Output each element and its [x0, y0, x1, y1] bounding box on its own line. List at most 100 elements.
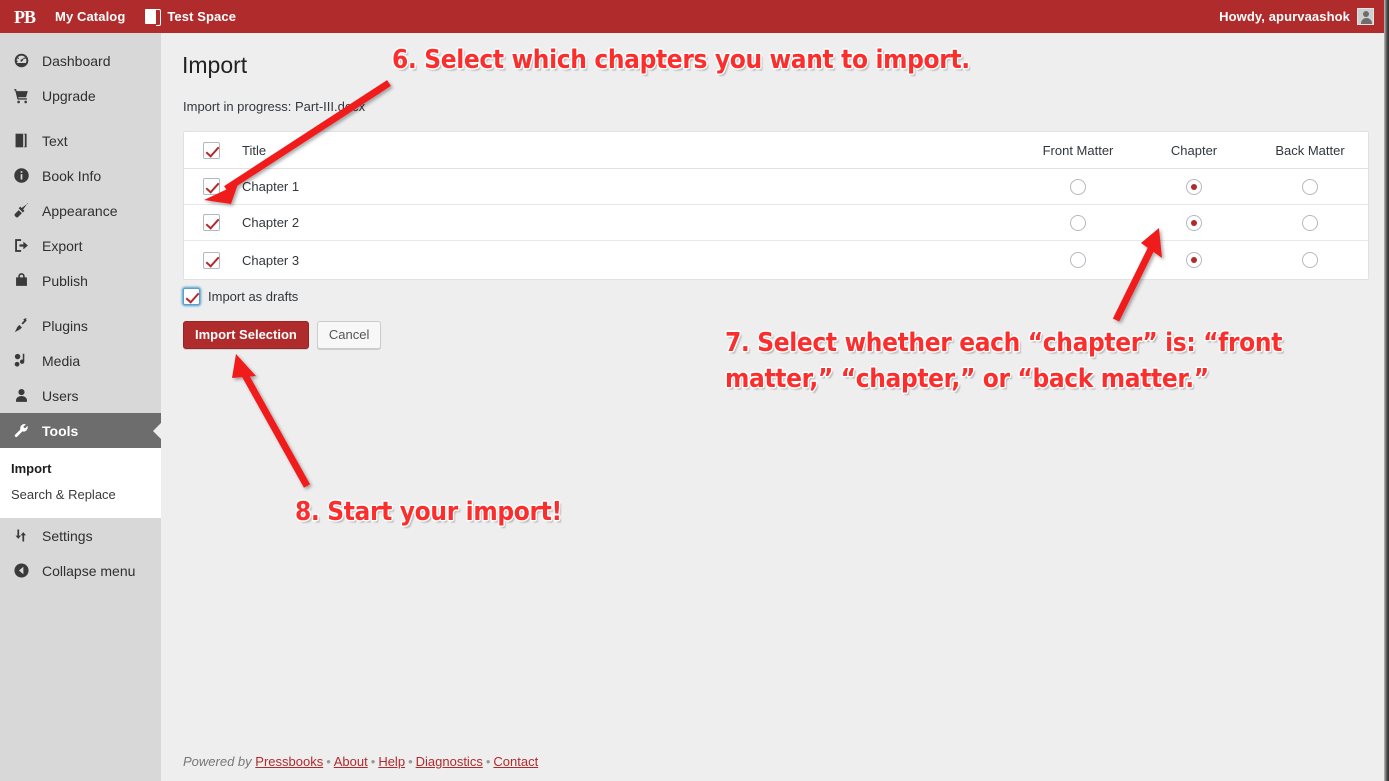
sidebar-item-label: Plugins — [42, 317, 88, 334]
tools-submenu: Import Search & Replace — [0, 448, 161, 518]
pressbooks-logo-button[interactable]: PB — [0, 0, 45, 33]
row-title: Chapter 2 — [242, 215, 300, 230]
import-chapters-table: Title Front Matter Chapter Back Matter C… — [183, 131, 1369, 280]
settings-icon — [11, 526, 31, 546]
sidebar-item-collapse-menu[interactable]: Collapse menu — [0, 553, 161, 588]
select-all-checkbox[interactable] — [202, 141, 220, 159]
sidebar-item-plugins[interactable]: Plugins — [0, 308, 161, 343]
footer-separator: • — [326, 754, 331, 769]
page-right-edge — [1384, 0, 1389, 781]
table-row: Chapter 3 — [184, 241, 1368, 279]
radio-cell-back-matter — [1252, 178, 1368, 195]
select-all-cell — [184, 141, 234, 159]
book-icon — [145, 9, 162, 26]
sidebar-item-users[interactable]: Users — [0, 378, 161, 413]
footer-link-about[interactable]: About — [334, 754, 368, 769]
radio-cell-front-matter — [1020, 252, 1136, 268]
import-status-text: Import in progress: Part-III.docx — [183, 99, 366, 114]
sidebar-item-settings[interactable]: Settings — [0, 518, 161, 553]
footer-link-pressbooks[interactable]: Pressbooks — [255, 754, 323, 769]
footer-link-help[interactable]: Help — [378, 754, 405, 769]
row-checkbox[interactable] — [202, 214, 220, 231]
footer-link-diagnostics[interactable]: Diagnostics — [416, 754, 483, 769]
account-menu[interactable]: Howdy, apurvaashok — [1209, 0, 1384, 33]
radio-cell-chapter — [1136, 214, 1252, 231]
sidebar-item-label: Collapse menu — [42, 562, 136, 579]
back-matter-radio[interactable] — [1302, 178, 1318, 195]
footer: Powered by Pressbooks • About • Help • Diagnos… — [183, 754, 538, 769]
radio-cell-back-matter — [1252, 252, 1368, 268]
brush-icon — [11, 201, 31, 221]
sidebar-item-label: Publish — [42, 272, 88, 289]
collapse-icon — [11, 561, 31, 581]
sidebar-item-label: Dashboard — [42, 52, 111, 69]
user-icon — [11, 386, 31, 406]
chapter-radio[interactable] — [1186, 178, 1202, 195]
site-name-link[interactable]: Test Space — [135, 0, 246, 33]
dashboard-icon — [11, 51, 31, 71]
column-header-back-matter: Back Matter — [1275, 142, 1345, 158]
table-header-row: Title Front Matter Chapter Back Matter — [184, 132, 1368, 169]
footer-link-contact[interactable]: Contact — [493, 754, 538, 769]
sidebar-item-dashboard[interactable]: Dashboard — [0, 43, 161, 78]
radio-cell-chapter — [1136, 252, 1252, 268]
sidebar-item-export[interactable]: Export — [0, 228, 161, 263]
sidebar-item-text[interactable]: Text — [0, 123, 161, 158]
sidebar-item-book-info[interactable]: Book Info — [0, 158, 161, 193]
sidebar-item-tools[interactable]: Tools — [0, 413, 161, 448]
howdy-label: Howdy, apurvaashok — [1219, 9, 1350, 24]
front-matter-radio[interactable] — [1070, 214, 1086, 231]
pressbooks-logo-icon: PB — [14, 6, 36, 27]
sidebar-item-label: Users — [42, 387, 79, 404]
import-as-drafts-label: Import as drafts — [208, 289, 299, 304]
radio-cell-back-matter — [1252, 214, 1368, 231]
table-row: Chapter 1 — [184, 169, 1368, 205]
bag-icon — [11, 271, 31, 291]
plug-icon — [11, 316, 31, 336]
submenu-item-label: Search & Replace — [11, 487, 116, 502]
sidebar-item-media[interactable]: Media — [0, 343, 161, 378]
wrench-icon — [11, 421, 31, 441]
footer-separator: • — [370, 754, 376, 769]
import-selection-button[interactable]: Import Selection — [183, 321, 309, 349]
form-actions: Import Selection Cancel — [183, 321, 382, 349]
cancel-button[interactable]: Cancel — [316, 321, 382, 349]
submenu-item-search-replace[interactable]: Search & Replace — [11, 482, 161, 508]
row-select-cell — [184, 178, 234, 195]
sidebar-item-label: Book Info — [42, 167, 102, 184]
radio-cell-chapter — [1136, 178, 1252, 195]
back-matter-radio[interactable] — [1302, 252, 1318, 268]
sidebar-item-appearance[interactable]: Appearance — [0, 193, 161, 228]
front-matter-radio[interactable] — [1070, 252, 1086, 268]
export-icon — [11, 236, 31, 256]
my-catalog-link[interactable]: My Catalog — [45, 0, 135, 33]
back-matter-radio[interactable] — [1302, 214, 1318, 231]
admin-bar: PB My Catalog Test Space Howdy, apurvaas… — [0, 0, 1384, 33]
sidebar-item-label: Settings — [42, 527, 93, 544]
column-header-chapter: Chapter — [1170, 142, 1218, 158]
sidebar-item-publish[interactable]: Publish — [0, 263, 161, 298]
sidebar-item-label: Export — [42, 237, 83, 254]
sidebar-item-label: Text — [42, 132, 68, 149]
row-checkbox[interactable] — [202, 251, 220, 269]
media-icon — [11, 351, 31, 371]
column-header-title: Title — [242, 142, 267, 158]
footer-separator: • — [408, 754, 413, 769]
submenu-item-label: Import — [11, 461, 52, 476]
import-as-drafts-row: Import as drafts — [183, 288, 298, 305]
sidebar-item-upgrade[interactable]: Upgrade — [0, 78, 161, 113]
column-header-front-matter: Front Matter — [1042, 142, 1114, 158]
chapter-radio[interactable] — [1186, 214, 1202, 231]
row-checkbox[interactable] — [202, 178, 220, 195]
info-icon — [11, 166, 31, 186]
site-name-label: Test Space — [167, 9, 237, 24]
front-matter-radio[interactable] — [1070, 178, 1086, 195]
sidebar-item-label: Appearance — [42, 202, 118, 219]
sidebar-item-label: Upgrade — [42, 87, 96, 104]
submenu-item-import[interactable]: Import — [11, 456, 161, 482]
admin-sidebar: Dashboard Upgrade Text Book Info Appeara — [0, 33, 161, 781]
chapter-radio[interactable] — [1186, 252, 1202, 268]
import-as-drafts-checkbox[interactable] — [183, 288, 200, 305]
cart-icon — [11, 86, 31, 106]
main-content: Import Import in progress: Part-III.docx… — [161, 33, 1384, 781]
